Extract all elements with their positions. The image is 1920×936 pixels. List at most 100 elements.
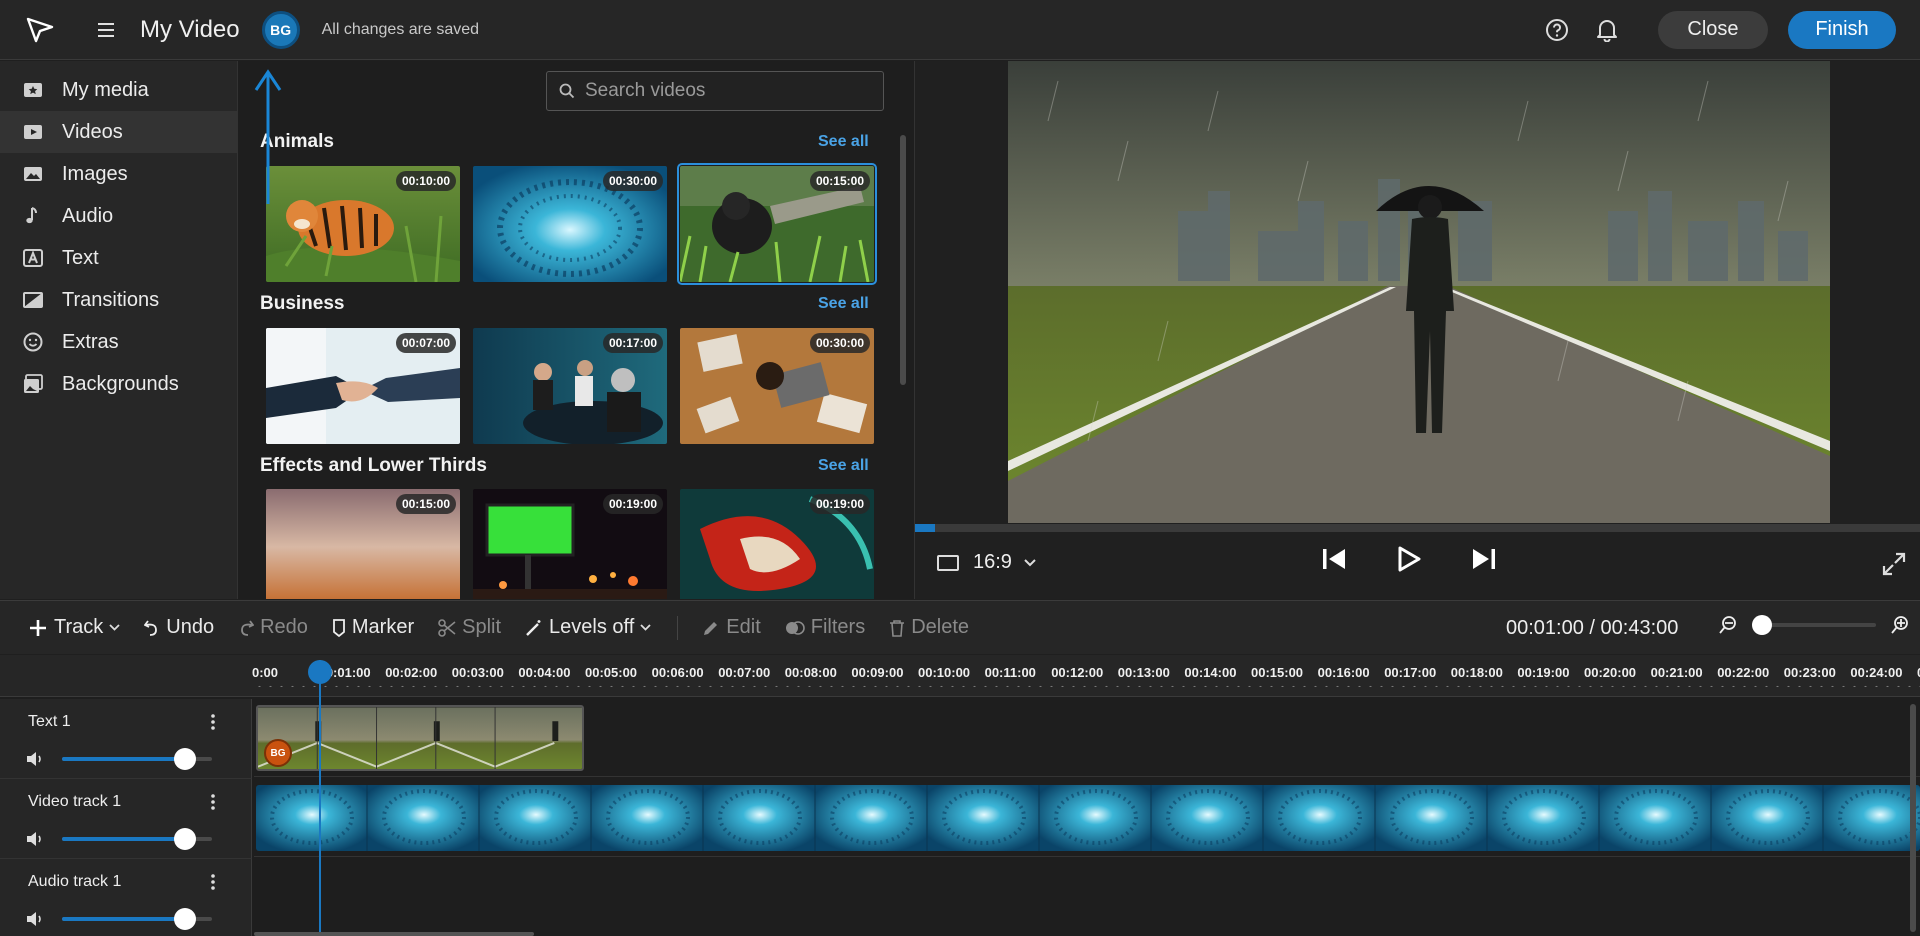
user-avatar[interactable]: BG — [261, 10, 300, 49]
video-thumb-green-billboard[interactable]: 00:19:00 — [473, 489, 667, 599]
clip-user-avatar: BG — [264, 739, 292, 767]
volume-slider[interactable] — [62, 748, 212, 770]
project-title[interactable]: My Video — [140, 16, 240, 44]
text-clip[interactable]: BG — [256, 705, 584, 771]
sidebar-item-extras[interactable]: Extras — [0, 321, 237, 363]
redo-button[interactable]: Redo — [238, 616, 308, 639]
video-thumb-light-leak[interactable]: 00:15:00 — [266, 489, 460, 599]
transition-icon — [23, 292, 43, 308]
video-clip[interactable] — [256, 785, 1920, 851]
volume-slider-knob[interactable] — [174, 828, 196, 850]
lane-text-1[interactable]: BG — [254, 699, 1920, 777]
delete-button[interactable]: Delete — [889, 616, 969, 639]
sidebar-item-images[interactable]: Images — [0, 153, 237, 195]
filters-button[interactable]: Filters — [785, 616, 865, 639]
see-all-effects-link[interactable]: See all — [818, 457, 869, 475]
video-clip-frame — [1824, 785, 1920, 851]
zoom-in-icon[interactable] — [1890, 615, 1910, 635]
levels-dropdown[interactable]: Levels off — [525, 616, 651, 639]
close-button[interactable]: Close — [1658, 10, 1768, 49]
video-thumb-laptop-desk[interactable]: 00:30:00 — [680, 328, 874, 444]
timeline-ruler[interactable]: 0:00 00:01:00 00:02:00 00:03:00 00:04:00 00:0… — [0, 655, 1920, 697]
video-thumb-tiger[interactable]: 00:10:00 — [266, 166, 460, 282]
help-icon[interactable] — [1542, 15, 1572, 45]
filters-icon — [785, 620, 805, 635]
video-clip-frame — [1040, 785, 1152, 851]
speaker-icon[interactable] — [26, 911, 44, 927]
skip-back-icon[interactable] — [1321, 547, 1347, 571]
image-icon — [24, 167, 42, 181]
scissors-icon — [438, 618, 456, 637]
volume-slider[interactable] — [62, 828, 212, 850]
zoom-slider-knob[interactable] — [1752, 615, 1772, 635]
playhead-handle[interactable] — [308, 660, 332, 684]
volume-slider-knob[interactable] — [174, 748, 196, 770]
speaker-icon[interactable] — [26, 751, 44, 767]
see-all-animals-link[interactable]: See all — [818, 133, 869, 151]
play-icon[interactable] — [1397, 546, 1421, 572]
app-logo-icon[interactable] — [20, 10, 60, 50]
edit-button[interactable]: Edit — [702, 616, 761, 639]
add-track-button[interactable]: Track — [28, 616, 120, 639]
video-clip-frame — [480, 785, 592, 851]
see-all-business-link[interactable]: See all — [818, 295, 869, 313]
lane-audio-1[interactable] — [254, 859, 1920, 936]
video-thumb-handshake[interactable]: 00:07:00 — [266, 328, 460, 444]
levels-label: Levels off — [549, 616, 635, 638]
sidebar-item-transitions[interactable]: Transitions — [0, 279, 237, 321]
zoom-out-icon[interactable] — [1718, 615, 1738, 635]
marker-button[interactable]: Marker — [332, 616, 414, 639]
volume-slider-knob[interactable] — [174, 908, 196, 930]
track-name[interactable]: Text 1 — [28, 713, 71, 731]
fullscreen-icon[interactable] — [1881, 551, 1907, 577]
notification-bell-icon[interactable] — [1592, 15, 1622, 45]
finish-button[interactable]: Finish — [1788, 10, 1896, 49]
undo-button[interactable]: Undo — [144, 616, 214, 639]
media-scrollbar[interactable] — [900, 135, 906, 385]
sidebar-item-my-media[interactable]: My media — [0, 69, 237, 111]
sidebar-item-label: My media — [62, 78, 149, 101]
pencil-icon — [704, 621, 718, 635]
tracks-vertical-scrollbar[interactable] — [1910, 704, 1916, 932]
video-thumb-fish-school[interactable]: 00:30:00 — [473, 166, 667, 282]
tracks-horizontal-scrollbar[interactable] — [254, 932, 534, 936]
sidebar-item-label: Extras — [62, 330, 119, 353]
search-box[interactable] — [546, 71, 884, 111]
hamburger-menu-icon[interactable] — [94, 18, 118, 42]
lane-video-1[interactable] — [254, 779, 1920, 857]
sidebar-item-audio[interactable]: Audio — [0, 195, 237, 237]
zoom-slider[interactable] — [1752, 615, 1876, 635]
preview-frame[interactable] — [1008, 61, 1830, 523]
track-volume — [26, 908, 212, 930]
more-vertical-icon[interactable] — [210, 713, 216, 731]
video-thumb-gorilla[interactable]: 00:15:00 — [677, 163, 877, 285]
volume-slider[interactable] — [62, 908, 212, 930]
video-clip-frame — [592, 785, 704, 851]
chevron-down-icon — [109, 624, 120, 631]
sidebar-item-backgrounds[interactable]: Backgrounds — [0, 363, 237, 405]
more-vertical-icon[interactable] — [210, 793, 216, 811]
video-clip-frame — [1600, 785, 1712, 851]
aspect-ratio-dropdown[interactable]: 16:9 — [937, 551, 1036, 574]
video-thumb-meeting[interactable]: 00:17:00 — [473, 328, 667, 444]
undo-icon — [144, 619, 158, 636]
split-button[interactable]: Split — [438, 616, 501, 639]
sidebar-item-videos[interactable]: Videos — [0, 111, 237, 153]
ruler-tick-label: 00:05:00 — [585, 665, 638, 680]
video-clip-frame — [1712, 785, 1824, 851]
timeline-playhead[interactable] — [308, 660, 332, 936]
skip-forward-icon[interactable] — [1471, 547, 1497, 571]
duration-badge: 00:15:00 — [809, 171, 870, 191]
speaker-icon[interactable] — [26, 831, 44, 847]
ruler-tick-label: 00:19:00 — [1517, 665, 1570, 680]
track-name[interactable]: Video track 1 — [28, 793, 121, 811]
undo-label: Undo — [166, 616, 215, 638]
sidebar-item-text[interactable]: Text — [0, 237, 237, 279]
marker-label: Marker — [351, 616, 415, 638]
more-vertical-icon[interactable] — [210, 873, 216, 891]
video-clip-frame — [368, 785, 480, 851]
track-name[interactable]: Audio track 1 — [28, 873, 121, 891]
video-thumb-abstract-fluid[interactable]: 00:19:00 — [680, 489, 874, 599]
search-input[interactable] — [585, 80, 865, 102]
playback-progress-bar[interactable] — [915, 524, 1920, 532]
